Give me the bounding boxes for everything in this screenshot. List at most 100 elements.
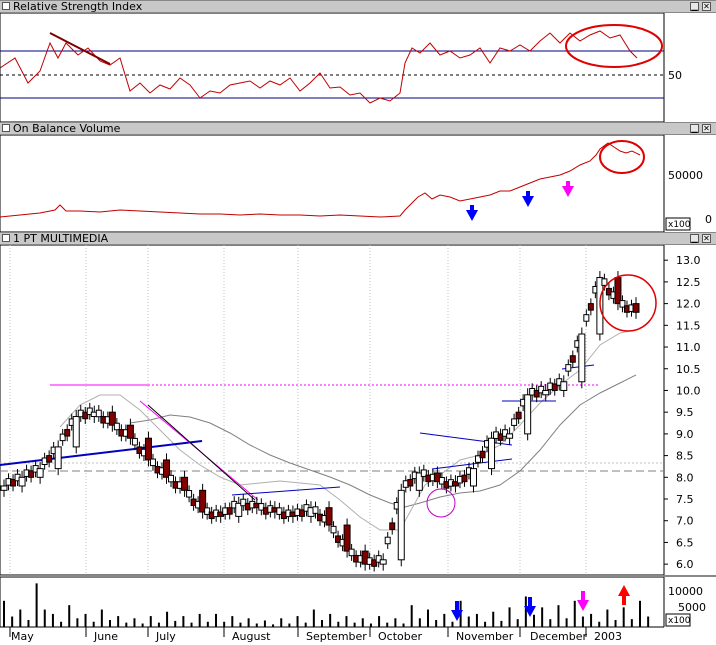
volume-bar (443, 613, 446, 627)
volume-bar (76, 618, 79, 627)
month-label: December (530, 630, 588, 643)
obv-close-button[interactable]: ✕ (702, 124, 711, 133)
price-tick-label: 9.5 (676, 406, 694, 419)
volume-bar (467, 616, 470, 627)
price-tick-label: 8.0 (676, 471, 694, 484)
month-label: September (306, 630, 367, 643)
candle-body (149, 458, 156, 467)
rsi-panel-title: Relative Strength Index (13, 0, 143, 13)
price-chart: 13.0 12.5 12.0 11.5 11.0 10.5 10.0 9.5 9.0 8.5 8.0… (0, 245, 701, 575)
price-tick-label: 6.5 (676, 536, 694, 549)
volume-bar (475, 613, 478, 627)
price-minimize-button[interactable]: ▁ (690, 234, 699, 243)
candle-body (64, 429, 71, 437)
candle-body (389, 522, 396, 530)
month-label: July (155, 630, 176, 643)
candle-body (46, 455, 53, 463)
candle-body (226, 507, 233, 515)
volume-bar (378, 616, 381, 627)
candle-body (54, 446, 62, 470)
candle-body (113, 422, 120, 431)
price-tick-label: 6.0 (676, 558, 694, 571)
month-label: October (378, 630, 422, 643)
volume-bar (573, 600, 576, 627)
price-tick-label: 11.0 (676, 341, 701, 354)
candle-body (163, 459, 171, 478)
rsi-minimize-button[interactable]: ▁ (690, 2, 699, 11)
price-axis-ticks: 13.0 12.5 12.0 11.5 11.0 10.5 10.0 9.5 9.0 8.5 8.0… (664, 254, 701, 571)
month-label: May (11, 630, 34, 643)
candle-body (95, 409, 102, 418)
candle-body (126, 424, 134, 439)
rsi-tick-50: 50 (668, 69, 682, 82)
volume-bar (549, 619, 552, 627)
volume-bar (19, 609, 22, 627)
volume-bar (68, 605, 71, 627)
candle-body (587, 303, 594, 311)
price-tick-label: 10.5 (676, 363, 701, 376)
volume-bar (565, 618, 568, 627)
volume-bar (630, 619, 633, 627)
volume-bar (3, 600, 5, 627)
candle-body (569, 355, 576, 363)
obv-tick-50000: 50000 (668, 169, 703, 182)
candle-body (325, 507, 333, 526)
price-tick-label: 13.0 (676, 254, 701, 267)
volume-bar (100, 609, 103, 627)
candle-body (72, 416, 80, 448)
volume-bar (614, 620, 617, 627)
candle-body (614, 277, 622, 305)
candle-body (379, 559, 387, 565)
volume-bar (247, 618, 250, 627)
candle-body (168, 474, 175, 483)
candle-body (181, 476, 189, 491)
volume-bar (231, 616, 234, 627)
volume-bar (182, 616, 185, 627)
volume-bar (492, 611, 495, 627)
vol-scale-label: x100 (668, 616, 691, 626)
obv-scale-label: x100 (668, 220, 691, 230)
volume-bar (84, 613, 87, 627)
price-tick-label: 12.5 (676, 276, 701, 289)
volume-bar (109, 620, 111, 627)
volume-bar (11, 616, 14, 627)
month-label: August (232, 630, 271, 643)
candle-body (479, 450, 486, 459)
volume-bar (166, 611, 169, 627)
month-label: November (456, 630, 514, 643)
vol-tick-5000: 5000 (678, 601, 706, 614)
volume-bar (296, 616, 299, 627)
volume-bar (35, 583, 38, 627)
volume-bar (524, 596, 527, 627)
volume-bar (51, 613, 54, 627)
volume-bar (427, 609, 429, 627)
candle-body (0, 485, 8, 491)
obv-panel-title: On Balance Volume (13, 122, 121, 135)
rsi-chart: 50 (0, 13, 682, 122)
volume-chart: 10000 5000 x100 (0, 577, 706, 627)
volume-bar (321, 620, 323, 627)
obv-minimize-button[interactable]: ▁ (690, 124, 699, 133)
price-tick-label: 7.5 (676, 493, 694, 506)
volume-bar (606, 609, 609, 627)
candle-body (560, 381, 568, 391)
volume-bar (581, 616, 584, 627)
candle-body (578, 333, 586, 383)
candle-body (131, 437, 138, 446)
volume-bar (27, 620, 30, 627)
month-label: 2003 (594, 630, 622, 643)
volume-bar (418, 618, 421, 627)
volume-bar (639, 600, 641, 627)
candle-body (348, 548, 355, 557)
candle-body (144, 437, 152, 461)
candle-body (407, 478, 414, 487)
volume-bar (590, 613, 593, 627)
candle-body (18, 476, 26, 487)
volume-bar (647, 616, 650, 627)
rsi-close-button[interactable]: ✕ (702, 2, 711, 11)
candle-body (511, 418, 518, 426)
volume-bar (329, 613, 332, 627)
price-close-button[interactable]: ✕ (702, 234, 711, 243)
price-tick-label: 7.0 (676, 515, 694, 528)
vol-tick-10000: 10000 (668, 585, 703, 598)
